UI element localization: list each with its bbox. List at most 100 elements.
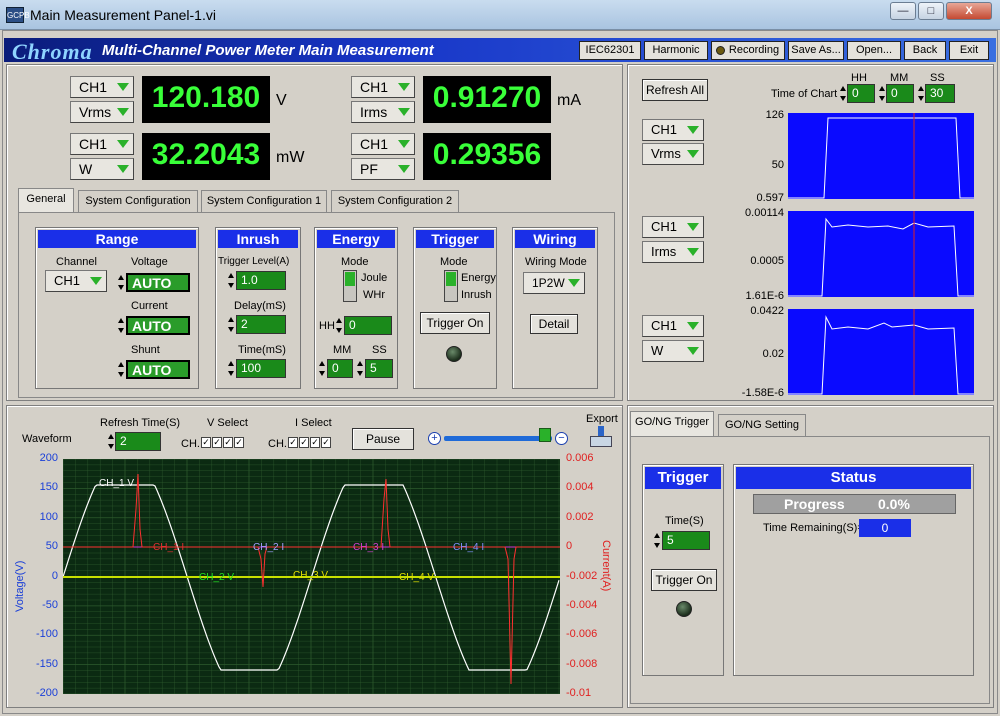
save-as-button[interactable]: Save As...	[788, 41, 844, 60]
energy-ss-field[interactable]: 5	[365, 359, 393, 378]
hh-spinner-icon[interactable]	[336, 316, 343, 335]
iec62301-button[interactable]: IEC62301	[579, 41, 641, 60]
chart-mm-spinner-icon[interactable]	[879, 84, 886, 103]
trigger-mode-label: Mode	[440, 256, 468, 268]
chart-mm-field[interactable]: 0	[886, 84, 914, 103]
series-label-ch1-i: CH_1 I	[153, 542, 185, 553]
chart1-channel-select[interactable]: CH1	[642, 119, 704, 141]
zoom-slider-handle[interactable]	[539, 428, 551, 442]
tab-gong-trigger[interactable]: GO/NG Trigger	[630, 411, 714, 437]
exit-button[interactable]: Exit	[949, 41, 989, 60]
i-ch2-checkbox[interactable]: ✓	[299, 437, 309, 448]
chart3-channel-select[interactable]: CH1	[642, 315, 704, 337]
y-left-axis-label: Voltage(V)	[14, 560, 26, 612]
wiring-mode-select[interactable]: 1P2W	[523, 272, 585, 294]
pause-button[interactable]: Pause	[352, 428, 414, 450]
chevron-down-icon	[117, 140, 129, 148]
i-ch4-checkbox[interactable]: ✓	[321, 437, 331, 448]
harmonic-button[interactable]: Harmonic	[644, 41, 708, 60]
detail-button[interactable]: Detail	[530, 314, 578, 334]
gong-trigger-on-button[interactable]: Trigger On	[651, 569, 717, 591]
zoom-in-icon[interactable]: +	[428, 432, 441, 445]
energy-title: Energy	[317, 230, 395, 248]
inrush-title: Inrush	[218, 230, 298, 248]
trigger-option-inrush: Inrush	[461, 289, 492, 301]
energy-hh-field[interactable]: 0	[344, 316, 392, 335]
param-select-3[interactable]: W	[70, 158, 134, 180]
refresh-time-field[interactable]: 2	[115, 432, 161, 451]
export-icon[interactable]	[588, 426, 614, 448]
zoom-out-icon[interactable]: −	[555, 432, 568, 445]
param-value: W	[651, 343, 664, 358]
maximize-button[interactable]: □	[918, 2, 944, 20]
voltage-range-field[interactable]: AUTO	[126, 273, 190, 292]
channel-select-2[interactable]: CH1	[351, 76, 415, 98]
open-button[interactable]: Open...	[847, 41, 901, 60]
v-ch3-checkbox[interactable]: ✓	[223, 437, 233, 448]
title-bar: GCPB Main Measurement Panel-1.vi — □ X	[0, 0, 1000, 30]
chart-ss-field[interactable]: 30	[925, 84, 955, 103]
chart-hh-field[interactable]: 0	[847, 84, 875, 103]
trigger-mode-switch[interactable]	[444, 270, 458, 302]
param-select-1[interactable]: Vrms	[70, 101, 134, 123]
refresh-all-button[interactable]: Refresh All	[642, 79, 708, 101]
v-ch2-checkbox[interactable]: ✓	[212, 437, 222, 448]
axis-tick-label: 0.006	[566, 452, 594, 464]
tab-system-configuration-1[interactable]: System Configuration 1	[201, 190, 327, 212]
axis-tick-label: -0.008	[566, 657, 598, 670]
chart2-channel-select[interactable]: CH1	[642, 216, 704, 238]
trigger-level-field[interactable]: 1.0	[236, 271, 286, 290]
shunt-range-field[interactable]: AUTO	[126, 360, 190, 379]
vrms-trend-chart	[788, 113, 974, 199]
zoom-slider-track[interactable]	[444, 436, 552, 441]
chart2-param-select[interactable]: Irms	[642, 241, 704, 263]
shunt-spinner-icon[interactable]	[118, 360, 125, 379]
refresh-time-label: Refresh Time(S)	[100, 417, 181, 429]
chart-hh-spinner-icon[interactable]	[840, 84, 847, 103]
ss-spinner-icon[interactable]	[357, 359, 364, 378]
tab-system-configuration[interactable]: System Configuration	[78, 190, 198, 212]
delay-field[interactable]: 2	[236, 315, 286, 334]
tab-general[interactable]: General	[18, 188, 74, 212]
time-field[interactable]: 100	[236, 359, 286, 378]
time-spinner-icon[interactable]	[228, 359, 235, 378]
energy-mm-field[interactable]: 0	[327, 359, 353, 378]
param-select-2[interactable]: Irms	[351, 101, 415, 123]
close-button[interactable]: X	[946, 2, 992, 20]
minimize-button[interactable]: —	[890, 2, 916, 20]
range-channel-select[interactable]: CH1	[45, 270, 107, 292]
gong-time-spinner-icon[interactable]	[654, 531, 661, 550]
mm-spinner-icon[interactable]	[319, 359, 326, 378]
trigger-level-spinner-icon[interactable]	[228, 271, 235, 290]
current-spinner-icon[interactable]	[118, 316, 125, 335]
series-label-ch3-i: CH_3 I	[353, 542, 385, 553]
channel-select-3[interactable]: CH1	[70, 133, 134, 155]
param-select-4[interactable]: PF	[351, 158, 415, 180]
current-range-field[interactable]: AUTO	[126, 316, 190, 335]
i-ch1-checkbox[interactable]: ✓	[288, 437, 298, 448]
delay-spinner-icon[interactable]	[228, 315, 235, 334]
v-ch4-checkbox[interactable]: ✓	[234, 437, 244, 448]
i-ch3-checkbox[interactable]: ✓	[310, 437, 320, 448]
window-title: Main Measurement Panel-1.vi	[30, 7, 216, 23]
v-ch1-checkbox[interactable]: ✓	[201, 437, 211, 448]
channel-select-4[interactable]: CH1	[351, 133, 415, 155]
trigger-on-button[interactable]: Trigger On	[420, 312, 490, 334]
param-value: PF	[360, 161, 378, 177]
gong-time-field[interactable]: 5	[662, 531, 710, 550]
chart2-tick-max: 0.00114	[745, 207, 784, 219]
chart3-param-select[interactable]: W	[642, 340, 704, 362]
voltage-spinner-icon[interactable]	[118, 273, 125, 292]
channel-select-1[interactable]: CH1	[70, 76, 134, 98]
recording-button[interactable]: Recording	[711, 41, 785, 60]
channel-value: CH1	[651, 219, 678, 234]
chart-ss-spinner-icon[interactable]	[918, 84, 925, 103]
back-button[interactable]: Back	[904, 41, 946, 60]
refresh-spinner-icon[interactable]	[108, 432, 115, 451]
time-remaining-label: Time Remaining(S)=	[763, 522, 864, 534]
chart1-param-select[interactable]: Vrms	[642, 143, 704, 165]
tab-gong-setting[interactable]: GO/NG Setting	[718, 414, 806, 436]
chart-mm-label: MM	[890, 72, 909, 84]
energy-mode-switch[interactable]	[343, 270, 357, 302]
tab-system-configuration-2[interactable]: System Configuration 2	[331, 190, 459, 212]
